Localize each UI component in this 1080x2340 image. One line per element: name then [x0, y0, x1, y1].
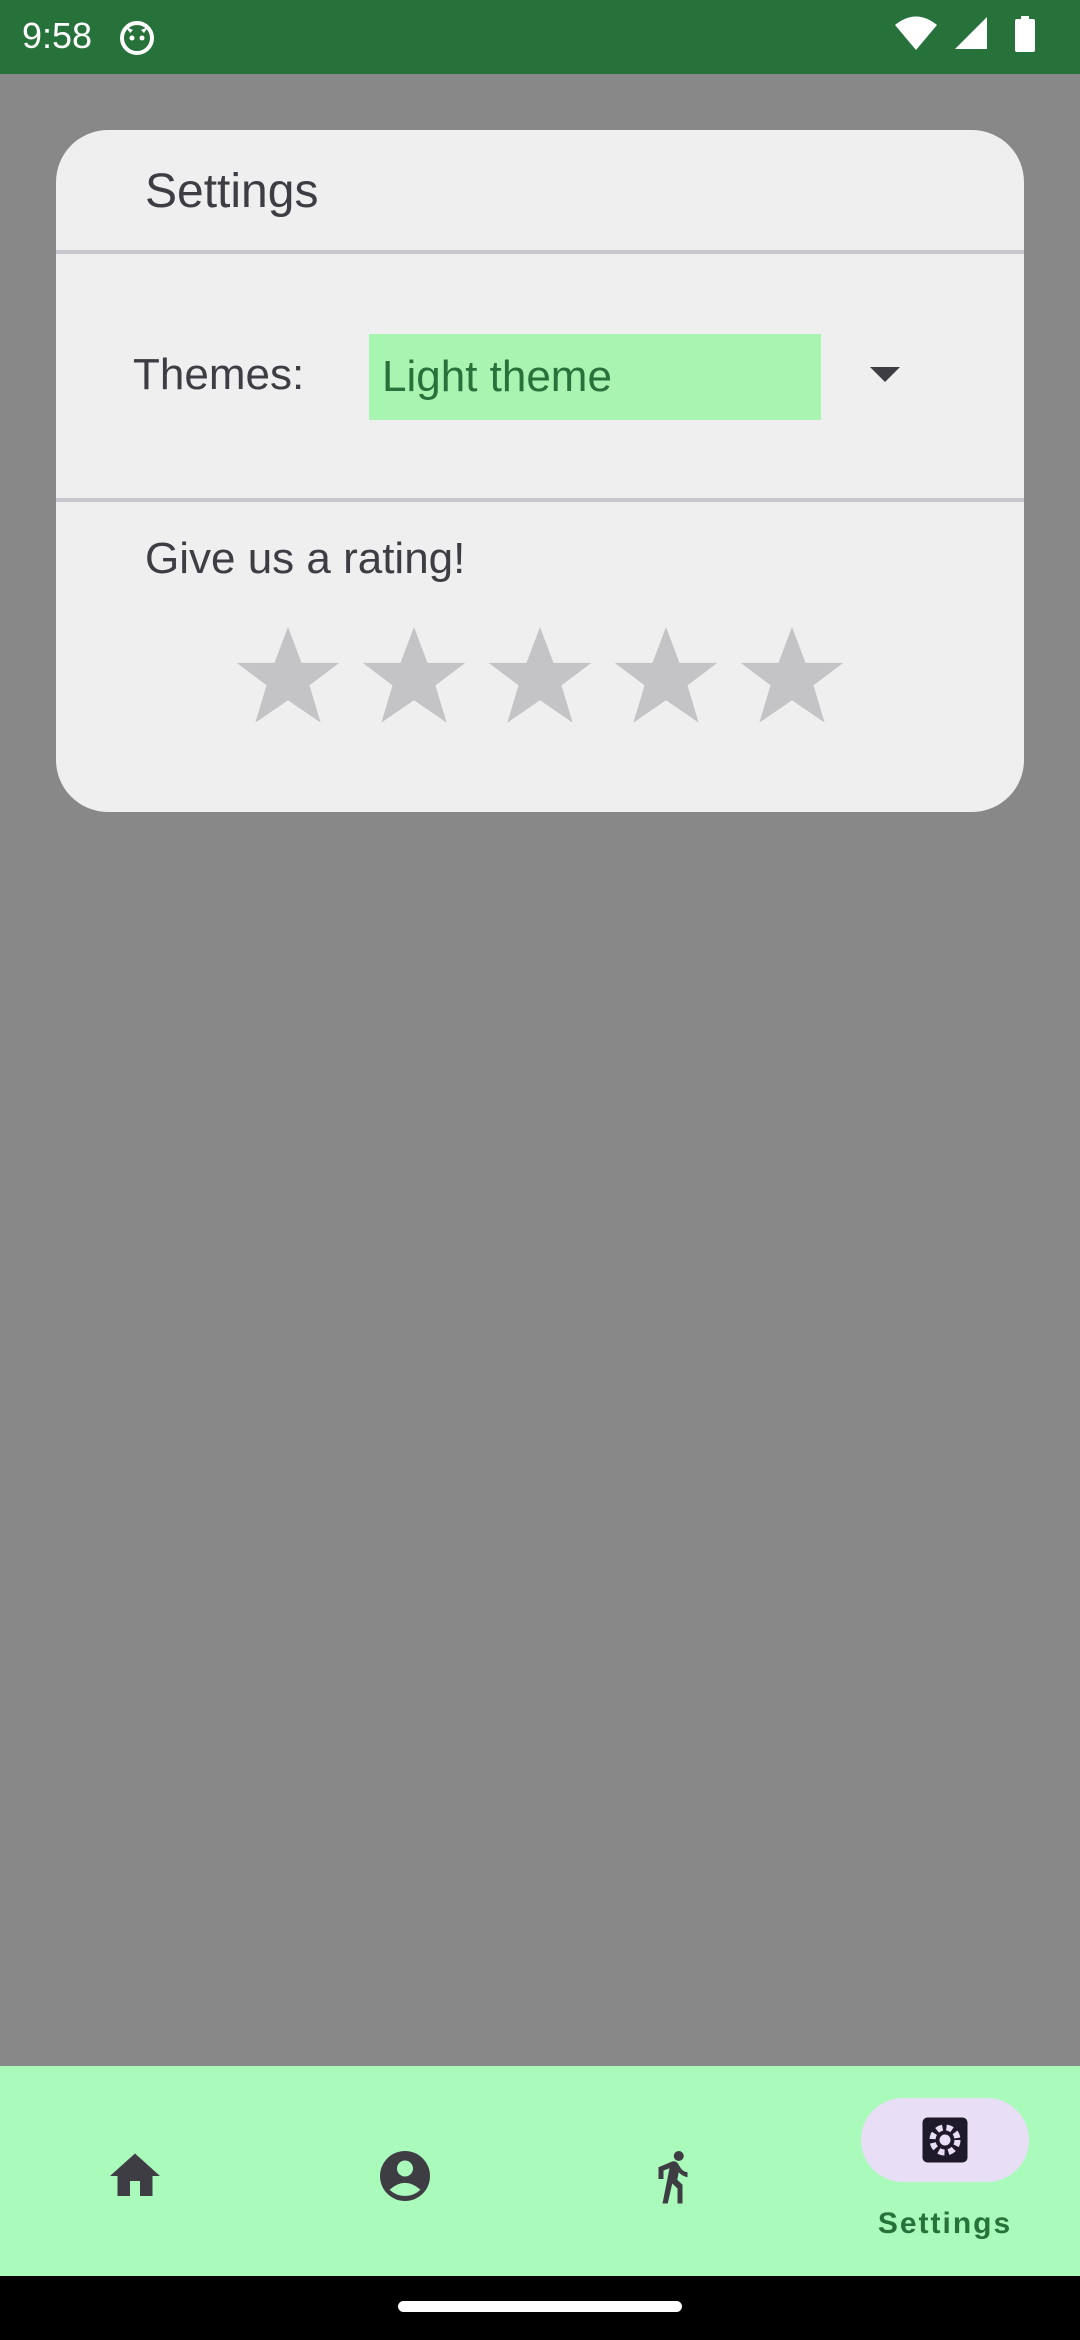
- bottom-navigation: Settings: [0, 2066, 1080, 2276]
- cat-notification-icon: [120, 21, 154, 55]
- divider: [56, 250, 1024, 254]
- nav-item-profile[interactable]: [270, 2066, 540, 2276]
- nav-label-settings: Settings: [877, 2207, 1013, 2240]
- dialog-title: Settings: [145, 165, 319, 218]
- nav-active-indicator: [861, 2098, 1029, 2182]
- star-icon[interactable]: [484, 620, 596, 732]
- theme-select-value: Light theme: [382, 352, 612, 401]
- status-time: 9:58: [22, 15, 93, 56]
- dropdown-arrow-icon[interactable]: [868, 364, 902, 384]
- rating-label: Give us a rating!: [145, 534, 466, 583]
- battery-icon: [1015, 16, 1035, 52]
- divider: [56, 498, 1024, 502]
- themes-label: Themes:: [133, 350, 305, 399]
- star-icon[interactable]: [232, 620, 344, 732]
- home-icon: [110, 2153, 160, 2196]
- nav-item-settings[interactable]: Settings: [810, 2066, 1080, 2276]
- theme-select[interactable]: Light theme: [369, 334, 821, 420]
- gesture-navigation-area: [0, 2276, 1080, 2340]
- settings-dialog: Settings Themes: Light theme Give us a r…: [56, 130, 1024, 812]
- wifi-icon: [895, 16, 937, 50]
- nav-item-home[interactable]: [0, 2066, 270, 2276]
- status-bar: 9:58: [0, 0, 1080, 74]
- nav-item-activity[interactable]: [540, 2066, 810, 2276]
- star-icon[interactable]: [358, 620, 470, 732]
- account-circle-icon: [380, 2151, 430, 2201]
- star-icon[interactable]: [610, 620, 722, 732]
- walking-icon: [658, 2151, 688, 2204]
- settings-icon: [922, 2117, 968, 2163]
- home-gesture-bar[interactable]: [398, 2301, 682, 2312]
- cell-signal-icon: [955, 17, 987, 49]
- star-icon[interactable]: [736, 620, 848, 732]
